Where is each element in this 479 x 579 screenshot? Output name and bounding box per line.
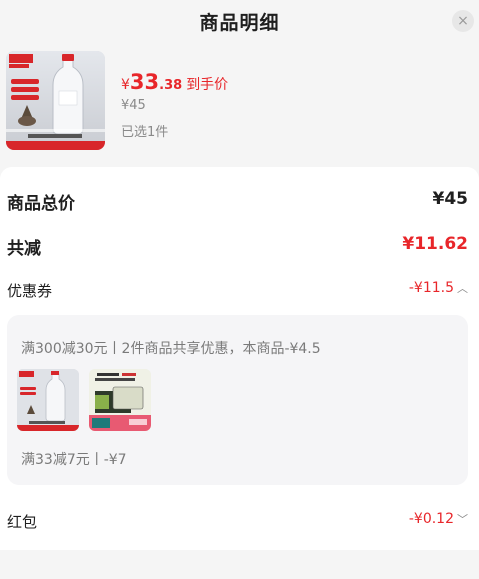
coupon-value-wrap[interactable]: -¥11.5 ︿ [409,280,468,296]
coupon-product-image-2 [89,369,151,431]
chevron-up-icon[interactable]: ︿ [457,280,468,296]
total-value: ¥45 [432,189,469,209]
price-integer: 33 [129,70,160,94]
hongbao-row[interactable]: 红包 -¥0.12 ﹀ [7,511,468,537]
coupon-row[interactable]: 优惠券 -¥11.5 ︿ [7,280,468,306]
total-label: 商品总价 [7,194,75,214]
coupon-product-image-1 [17,369,79,431]
header: 商品明细 × [0,0,479,44]
price-decimal: .38 [159,78,183,93]
coupon-rule-2: 满33减7元丨-¥7 [21,452,127,468]
deal-price: ¥33.38 到手价 [121,70,228,94]
coupon-rule-1: 满300减30元丨2件商品共享优惠，本商品-¥4.5 [21,341,321,357]
reduce-label: 共减 [7,239,41,259]
price-symbol: ¥ [121,77,130,93]
page-title: 商品明细 [199,12,280,34]
reduce-row: 共减 ¥11.62 [7,234,468,260]
hongbao-value-wrap[interactable]: -¥0.12 ﹀ [409,511,468,527]
coupon-label: 优惠券 [7,282,53,300]
product-image[interactable] [6,51,105,150]
price-tag: 到手价 [186,77,229,93]
close-icon[interactable]: × [452,10,474,32]
original-price: ¥45 [121,98,146,113]
total-row: 商品总价 ¥45 [7,189,468,215]
reduce-value: ¥11.62 [402,234,468,254]
coupon-detail: 满300减30元丨2件商品共享优惠，本商品-¥4.5 满33减7元丨-¥7 [7,315,468,485]
chevron-down-icon[interactable]: ﹀ [457,511,468,527]
hongbao-label: 红包 [7,513,38,531]
price-detail-card: 商品总价 ¥45 共减 ¥11.62 优惠券 -¥11.5 ︿ 满300减30元丨… [0,167,479,550]
coupon-value: -¥11.5 [408,280,454,296]
selected-count: 已选1件 [121,125,169,140]
hongbao-value: -¥0.12 [408,511,454,527]
